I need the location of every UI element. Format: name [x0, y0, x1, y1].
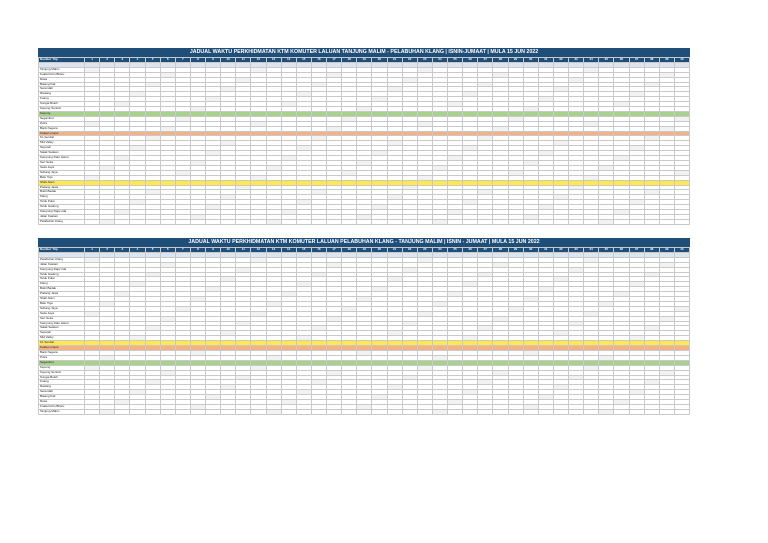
departure-time-cell	[371, 218, 388, 225]
departure-time-cell	[325, 408, 343, 415]
departure-time-cell	[416, 218, 433, 225]
departure-time-cell	[613, 218, 630, 225]
departure-time-cell	[174, 408, 191, 415]
departure-time-cell	[522, 408, 539, 415]
departure-time-cell	[462, 408, 479, 415]
timetable-title: JADUAL WAKTU PERKHIDMATAN KTM KOMUTER LA…	[38, 48, 690, 57]
departure-time-cell	[174, 218, 191, 225]
departure-time-cell	[83, 408, 101, 415]
departure-time-cell	[613, 408, 630, 415]
departure-time-cell	[673, 408, 691, 415]
departure-time-cell	[462, 218, 479, 225]
station-name: Tanjung Malim	[38, 408, 85, 415]
departure-time-cell	[114, 408, 131, 415]
departure-time-cell	[280, 408, 297, 415]
departure-time-cell	[99, 218, 116, 225]
departure-time-cell	[658, 408, 675, 415]
departure-time-cell	[129, 218, 146, 225]
departure-time-cell	[583, 218, 600, 225]
departure-time-cell	[401, 218, 418, 225]
departure-time-cell	[628, 218, 645, 225]
timetable-grid: Nombor Trip 1 2 3 4 5 6 7 8 9 10 11 12 13 14 15 16 17 18 19…	[38, 247, 691, 415]
timetable-port-klang-to-tanjung-malim: JADUAL WAKTU PERKHIDMATAN KTM KOMUTER LA…	[38, 238, 691, 415]
departure-time-cell	[552, 218, 570, 225]
departure-time-cell	[341, 408, 358, 415]
departure-time-cell	[598, 408, 615, 415]
departure-time-cell	[114, 218, 131, 225]
station-row: Pelabuhan Klang	[38, 218, 691, 225]
departure-time-cell	[265, 408, 282, 415]
departure-time-cell	[431, 408, 449, 415]
departure-time-cell	[507, 218, 524, 225]
departure-time-cell	[129, 408, 146, 415]
departure-time-cell	[583, 408, 600, 415]
departure-time-cell	[189, 408, 207, 415]
departure-time-cell	[552, 408, 570, 415]
departure-time-cell	[522, 218, 539, 225]
departure-time-cell	[325, 218, 343, 225]
timetable-title: JADUAL WAKTU PERKHIDMATAN KTM KOMUTER LA…	[38, 238, 690, 247]
departure-time-cell	[250, 408, 267, 415]
departure-time-cell	[341, 218, 358, 225]
departure-time-cell	[356, 218, 373, 225]
station-name: Pelabuhan Klang	[38, 218, 85, 225]
departure-time-cell	[220, 408, 237, 415]
departure-time-cell	[189, 218, 207, 225]
departure-time-cell	[99, 408, 116, 415]
departure-time-cell	[280, 218, 297, 225]
departure-time-cell	[144, 408, 161, 415]
departure-time-cell	[235, 408, 252, 415]
header-row: Nombor Trip 1 2 3 4 5 6 7 8 9 10 11 12 13 14 15 16 17 18 19…	[38, 57, 691, 63]
departure-time-cell	[204, 218, 222, 225]
station-row: Tanjung Malim	[38, 408, 691, 415]
departure-time-cell	[386, 218, 403, 225]
departure-time-cell	[507, 408, 524, 415]
departure-time-cell	[567, 218, 585, 225]
departure-time-cell	[250, 218, 267, 225]
departure-time-cell	[446, 408, 464, 415]
departure-time-cell	[567, 408, 585, 415]
departure-time-cell	[416, 408, 433, 415]
departure-time-cell	[356, 408, 373, 415]
departure-time-cell	[295, 218, 312, 225]
departure-time-cell	[295, 408, 312, 415]
departure-time-cell	[643, 218, 660, 225]
header-row: Nombor Trip 1 2 3 4 5 6 7 8 9 10 11 12 13 14 15 16 17 18 19…	[38, 247, 691, 253]
departure-time-cell	[643, 408, 660, 415]
departure-time-cell	[220, 218, 237, 225]
timetable-northbound-southbound: JADUAL WAKTU PERKHIDMATAN KTM KOMUTER LA…	[38, 48, 691, 225]
timetable-grid: Nombor Trip 1 2 3 4 5 6 7 8 9 10 11 12 13 14 15 16 17 18 19…	[38, 57, 691, 225]
departure-time-cell	[446, 218, 464, 225]
departure-time-cell	[401, 408, 418, 415]
departure-time-cell	[431, 218, 449, 225]
departure-time-cell	[492, 408, 509, 415]
departure-time-cell	[310, 408, 328, 415]
departure-time-cell	[159, 408, 176, 415]
departure-time-cell	[658, 218, 675, 225]
departure-time-cell	[310, 218, 328, 225]
departure-time-cell	[159, 218, 176, 225]
departure-time-cell	[673, 218, 691, 225]
departure-time-cell	[235, 218, 252, 225]
departure-time-cell	[537, 408, 554, 415]
departure-time-cell	[537, 218, 554, 225]
departure-time-cell	[83, 218, 101, 225]
departure-time-cell	[477, 218, 494, 225]
departure-time-cell	[371, 408, 388, 415]
departure-time-cell	[598, 218, 615, 225]
departure-time-cell	[144, 218, 161, 225]
departure-time-cell	[204, 408, 222, 415]
departure-time-cell	[492, 218, 509, 225]
departure-time-cell	[477, 408, 494, 415]
departure-time-cell	[265, 218, 282, 225]
departure-time-cell	[628, 408, 645, 415]
departure-time-cell	[386, 408, 403, 415]
